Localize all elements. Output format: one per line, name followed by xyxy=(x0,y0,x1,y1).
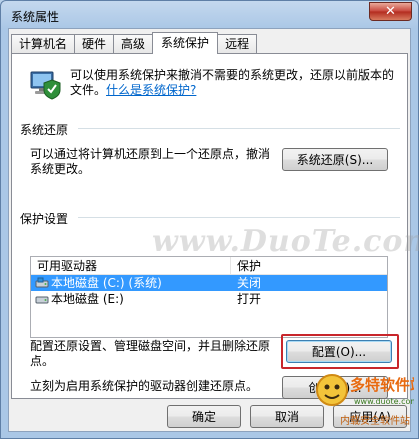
protection-settings-divider xyxy=(78,217,400,218)
tab-strip: 计算机名 硬件 高级 系统保护 远程 xyxy=(11,32,258,54)
system-restore-description: 可以通过将计算机还原到上一个还原点，撤消系统更改。 xyxy=(30,147,271,176)
ok-button[interactable]: 确定 xyxy=(167,405,241,428)
system-restore-divider xyxy=(78,128,400,129)
column-header-protection[interactable]: 保护 xyxy=(231,257,261,274)
drive-list-header: 可用驱动器 保护 xyxy=(31,257,387,275)
drive-row[interactable]: 本地磁盘 (E:) 打开 xyxy=(31,291,387,307)
system-properties-window: 系统属性 ✕ 计算机名 硬件 高级 系统保护 远程 可以使用系统保护来撤消不需要… xyxy=(0,0,419,439)
configure-description: 配置还原设置、管理磁盘空间，并且删除还原点。 xyxy=(30,339,271,368)
watermark: www.DuoTe.com xyxy=(152,224,419,259)
system-restore-button[interactable]: 系统还原(S)... xyxy=(282,148,388,171)
tab-computer-name[interactable]: 计算机名 xyxy=(11,34,76,54)
system-protection-icon xyxy=(30,71,61,100)
tab-system-protection[interactable]: 系统保护 xyxy=(152,32,219,54)
drive-list: 可用驱动器 保护 本地磁盘 (C:) (系统) 关闭 本地磁盘 (E:) 打开 xyxy=(30,256,388,338)
column-header-drives[interactable]: 可用驱动器 xyxy=(31,257,231,274)
drive-cell: 本地磁盘 (E:) xyxy=(31,291,231,307)
tab-hardware[interactable]: 硬件 xyxy=(74,34,115,54)
tab-advanced[interactable]: 高级 xyxy=(113,34,154,54)
protection-status: 打开 xyxy=(237,292,262,306)
drive-row[interactable]: 本地磁盘 (C:) (系统) 关闭 xyxy=(31,275,387,291)
logo-url: www.duote.com xyxy=(354,397,414,406)
configure-button[interactable]: 配置(O)... xyxy=(286,340,392,363)
logo-slogan: 内载安全软件站 xyxy=(340,414,410,427)
system-drive-icon xyxy=(35,277,49,288)
tab-remote[interactable]: 远程 xyxy=(217,34,258,54)
logo-name: 多特软件站 xyxy=(350,376,414,394)
close-button[interactable]: ✕ xyxy=(369,2,412,21)
close-icon: ✕ xyxy=(385,4,396,19)
system-restore-group-label: 系统还原 xyxy=(20,123,69,137)
local-drive-icon xyxy=(35,296,49,304)
protection-settings-group-label: 保护设置 xyxy=(20,212,69,226)
create-description: 立刻为启用系统保护的驱动器创建还原点。 xyxy=(30,379,259,393)
duote-logo: 多特软件站 www.duote.com 内载安全软件站 xyxy=(316,374,414,427)
drive-cell: 本地磁盘 (C:) (系统) xyxy=(31,275,231,291)
what-is-system-protection-link[interactable]: 什么是系统保护? xyxy=(106,83,196,97)
drive-name: 本地磁盘 (E:) xyxy=(51,292,124,306)
system-protection-panel: 可以使用系统保护来撤消不需要的系统更改，还原以前版本的文件。什么是系统保护? 系… xyxy=(11,53,419,399)
protection-status: 关闭 xyxy=(237,276,262,290)
window-title: 系统属性 xyxy=(11,10,60,24)
drive-name: 本地磁盘 (C:) (系统) xyxy=(51,276,162,290)
intro-text: 可以使用系统保护来撤消不需要的系统更改，还原以前版本的文件。什么是系统保护? xyxy=(70,68,400,98)
